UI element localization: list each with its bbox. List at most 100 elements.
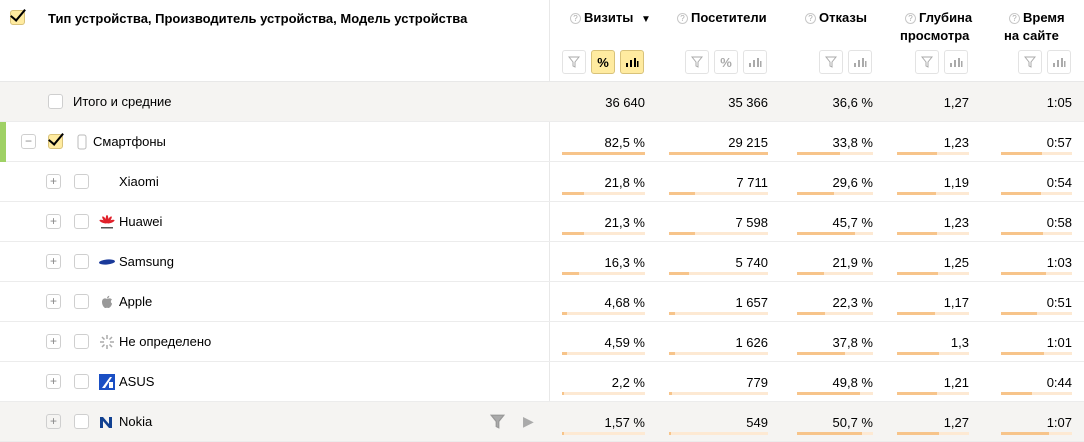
apple-logo-icon (99, 294, 115, 310)
row-label[interactable]: Смартфоны (93, 134, 166, 149)
expand-button[interactable]: + (46, 334, 61, 349)
cell-time: 1:01 (1046, 335, 1072, 350)
cell-bar-bounces (797, 272, 873, 275)
table-row[interactable]: + Samsung 16,3 % 5 740 21,9 % 1,25 1:03 (0, 242, 1084, 282)
cell-bounces: 50,7 % (832, 415, 873, 430)
cell-bounces: 29,6 % (832, 175, 873, 190)
cell-bar-bounces (797, 352, 873, 355)
cell-bar-bounces (797, 232, 873, 235)
table-row[interactable]: − Смартфоны 82,5 % 29 215 33,8 % 1,23 0:57 (0, 122, 1084, 162)
select-all-checkbox[interactable] (10, 10, 25, 25)
row-checkbox[interactable] (48, 134, 63, 149)
row-checkbox[interactable] (74, 294, 89, 309)
row-checkbox[interactable] (74, 334, 89, 349)
cell-depth: 1,3 (950, 335, 969, 350)
total-row: Итого и средние 36 640 35 366 36,6 % 1,27 1:… (0, 82, 1084, 122)
huawei-logo-icon (99, 214, 115, 230)
row-checkbox[interactable] (74, 374, 89, 389)
row-checkbox[interactable] (74, 414, 89, 429)
cell-bar-visitors (669, 432, 768, 435)
expand-button[interactable]: + (46, 254, 61, 269)
metric-header-bounces[interactable]: ? Отказы (805, 9, 867, 27)
cell-time: 1:03 (1046, 255, 1072, 270)
visitors-percent-button[interactable]: % (714, 50, 738, 74)
row-label[interactable]: Не определено (119, 334, 211, 349)
depth-chart-button[interactable] (944, 50, 968, 74)
visits-chart-button[interactable] (620, 50, 644, 74)
cell-depth: 1,23 (943, 215, 969, 230)
cell-bar-visitors (669, 272, 768, 275)
cell-bar-bounces (797, 432, 873, 435)
sort-desc-icon[interactable]: ▼ (641, 14, 651, 25)
row-checkbox[interactable] (74, 254, 89, 269)
cell-bar-visitors (669, 232, 768, 235)
depth-filter-button[interactable] (915, 50, 939, 74)
bounces-filter-button[interactable] (819, 50, 843, 74)
cell-visits: 16,3 % (604, 255, 645, 270)
table-row[interactable]: + Не определено 4,59 % 1 626 37,8 % 1,3 1:01 (0, 322, 1084, 362)
cell-bar-visits (562, 392, 645, 395)
table-row[interactable]: + Huawei 21,3 % 7 598 45,7 % 1,23 0:58 (0, 202, 1084, 242)
table-row[interactable]: + Apple 4,68 % 1 657 22,3 % 1,17 0:51 (0, 282, 1084, 322)
help-icon[interactable]: ? (677, 13, 688, 24)
total-visits: 36 640 (605, 95, 645, 110)
filter-icon[interactable] (489, 414, 506, 432)
help-icon[interactable]: ? (1009, 13, 1020, 24)
expand-button[interactable]: + (46, 374, 61, 389)
expand-button[interactable]: + (46, 414, 61, 429)
metric-header-depth[interactable]: ? Глубина просмотра (900, 9, 972, 45)
row-label[interactable]: Xiaomi (119, 174, 159, 189)
help-icon[interactable]: ? (805, 13, 816, 24)
visitors-filter-button[interactable] (685, 50, 709, 74)
row-label[interactable]: Nokia (119, 414, 152, 429)
row-label[interactable]: Samsung (119, 254, 174, 269)
dimension-header[interactable]: Тип устройства, Производитель устройства… (48, 11, 467, 26)
time-filter-button[interactable] (1018, 50, 1042, 74)
metric-header-visits[interactable]: ? Визиты ▼ (570, 9, 651, 29)
cell-depth: 1,21 (943, 375, 969, 390)
cell-visits: 4,59 % (604, 335, 645, 350)
row-checkbox[interactable] (74, 214, 89, 229)
bounces-chart-button[interactable] (848, 50, 872, 74)
cell-bar-visits (562, 272, 645, 275)
row-label[interactable]: Apple (119, 294, 152, 309)
row-label[interactable]: Huawei (119, 214, 162, 229)
cell-depth: 1,25 (943, 255, 969, 270)
help-icon[interactable]: ? (570, 13, 581, 24)
smartphone-icon (74, 134, 90, 150)
visitors-chart-button[interactable] (743, 50, 767, 74)
expand-button[interactable]: + (46, 174, 61, 189)
metric-header-time[interactable]: ? Время на сайте (1004, 9, 1065, 45)
cell-visitors: 7 711 (736, 175, 768, 190)
help-icon[interactable]: ? (905, 13, 916, 24)
expand-button[interactable]: + (46, 294, 61, 309)
table-row[interactable]: + ASUS 2,2 % 779 49,8 % 1,21 0:44 (0, 362, 1084, 402)
cell-visits: 2,2 % (611, 375, 645, 390)
cell-bar-bounces (797, 312, 873, 315)
total-depth: 1,27 (943, 95, 969, 110)
cell-bar-time (1001, 232, 1072, 235)
play-icon[interactable]: ▶ (523, 413, 534, 430)
row-label[interactable]: ASUS (119, 374, 154, 389)
visits-percent-button[interactable]: % (591, 50, 615, 74)
total-checkbox[interactable] (48, 94, 63, 109)
cell-bar-bounces (797, 192, 873, 195)
expand-button[interactable]: + (46, 214, 61, 229)
percent-icon: % (720, 54, 732, 70)
table-row[interactable]: + Nokia ▶ 1,57 % 549 50,7 % 1,27 1:07 (0, 402, 1084, 442)
cell-bar-visits (562, 152, 645, 155)
metric-header-visitors[interactable]: ? Посетители (677, 9, 767, 27)
cell-visits: 21,8 % (604, 175, 645, 190)
cell-time: 0:51 (1046, 295, 1072, 310)
cell-bar-visits (562, 432, 645, 435)
collapse-button[interactable]: − (21, 134, 36, 149)
filter-icon (825, 56, 837, 68)
total-time: 1:05 (1046, 95, 1072, 110)
cell-visits: 82,5 % (604, 135, 645, 150)
row-checkbox[interactable] (74, 174, 89, 189)
table-row[interactable]: + Xiaomi 21,8 % 7 711 29,6 % 1,19 0:54 (0, 162, 1084, 202)
visits-filter-button[interactable] (562, 50, 586, 74)
cell-bounces: 49,8 % (832, 375, 873, 390)
asus-logo-icon (99, 374, 115, 390)
time-chart-button[interactable] (1047, 50, 1071, 74)
